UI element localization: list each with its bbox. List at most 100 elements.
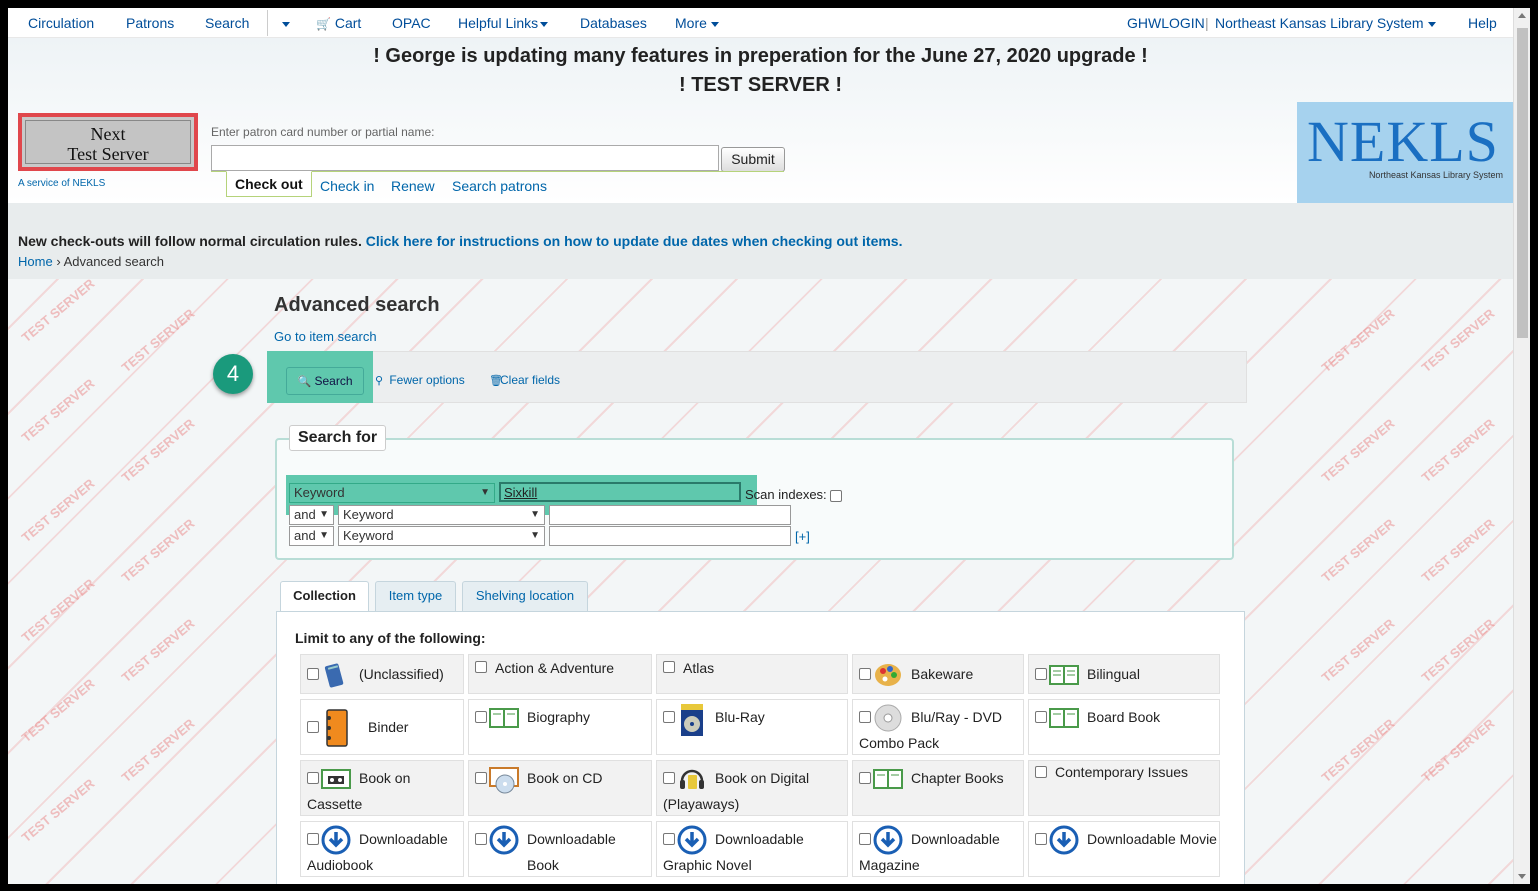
collection-label: Biography bbox=[527, 709, 591, 725]
checkbox[interactable] bbox=[859, 711, 871, 723]
tab-check-out[interactable]: Check out bbox=[226, 171, 312, 197]
checkbox[interactable] bbox=[859, 833, 871, 845]
notice-link[interactable]: Click here for instructions on how to up… bbox=[366, 233, 903, 249]
operator-select-3[interactable]: and ▼ bbox=[289, 526, 334, 546]
checkbox[interactable] bbox=[475, 711, 487, 723]
collection-item[interactable]: Downloadable Movie bbox=[1028, 821, 1220, 877]
checkbox[interactable] bbox=[663, 661, 675, 673]
checkbox[interactable] bbox=[307, 668, 319, 680]
checkbox[interactable] bbox=[1035, 711, 1047, 723]
service-link[interactable]: A service of NEKLS bbox=[18, 178, 105, 189]
tab-shelving-location[interactable]: Shelving location bbox=[462, 581, 588, 611]
add-row-link[interactable]: [+] bbox=[795, 529, 810, 544]
collection-item[interactable]: Bilingual bbox=[1028, 654, 1220, 694]
checkbox[interactable] bbox=[475, 833, 487, 845]
collection-item[interactable]: Blu/Ray - DVD Combo Pack bbox=[852, 699, 1024, 755]
collection-item[interactable]: Biography bbox=[468, 699, 652, 755]
nav-library[interactable]: Northeast Kansas Library System bbox=[1215, 15, 1436, 31]
collection-item[interactable]: Contemporary Issues bbox=[1028, 760, 1220, 816]
index-select-1[interactable]: Keyword ▼ bbox=[289, 483, 495, 503]
nav-user[interactable]: GHWLOGIN bbox=[1127, 15, 1205, 31]
notice-text: New check-outs will follow normal circul… bbox=[18, 233, 362, 249]
search-term-input-2[interactable] bbox=[549, 505, 791, 525]
checkbox[interactable] bbox=[1035, 668, 1047, 680]
patron-search-input[interactable] bbox=[211, 145, 719, 171]
nav-helpful-links-label: Helpful Links bbox=[458, 15, 539, 31]
collection-label: Downloadable bbox=[359, 831, 448, 847]
collection-item[interactable]: Book on CD bbox=[468, 760, 652, 816]
checkbox[interactable] bbox=[307, 772, 319, 784]
checkbox[interactable] bbox=[475, 661, 487, 673]
checkbox[interactable] bbox=[859, 772, 871, 784]
scroll-down-icon[interactable] bbox=[1518, 874, 1526, 879]
header: ! George is updating many features in pr… bbox=[8, 38, 1513, 219]
index-select-2[interactable]: Keyword ▼ bbox=[338, 505, 545, 525]
search-term-input-3[interactable] bbox=[549, 526, 791, 546]
clear-fields-link[interactable]: 🗑Clear fields bbox=[489, 373, 560, 387]
operator-select-2[interactable]: and ▼ bbox=[289, 505, 334, 525]
collection-label-line-2: Cassette bbox=[307, 796, 363, 812]
index-select-value: Keyword bbox=[343, 528, 394, 543]
logo[interactable]: Next Test Server bbox=[18, 113, 198, 171]
goto-item-search-link[interactable]: Go to item search bbox=[274, 329, 377, 344]
search-button[interactable]: 🔍 Search bbox=[286, 367, 364, 395]
checkbox[interactable] bbox=[307, 721, 319, 733]
collection-label: Book on bbox=[359, 770, 411, 786]
checkbox[interactable] bbox=[663, 711, 675, 723]
collection-item[interactable]: Chapter Books bbox=[852, 760, 1024, 816]
tab-renew[interactable]: Renew bbox=[391, 178, 435, 194]
breadcrumb-home[interactable]: Home bbox=[18, 254, 53, 269]
collection-item[interactable]: Atlas bbox=[656, 654, 848, 694]
nav-helpful-links[interactable]: Helpful Links bbox=[458, 15, 549, 31]
collection-item[interactable]: Action & Adventure bbox=[468, 654, 652, 694]
logo-text: Next Test Server bbox=[25, 120, 191, 164]
fewer-options-link[interactable]: ⚲ Fewer options bbox=[375, 373, 465, 387]
checkbox[interactable] bbox=[1035, 766, 1047, 778]
collection-item[interactable]: Downloadable Book bbox=[468, 821, 652, 877]
scan-indexes-checkbox[interactable] bbox=[830, 489, 843, 502]
collection-label: Blu/Ray - DVD bbox=[911, 709, 1003, 725]
checkbox[interactable] bbox=[663, 833, 675, 845]
collection-item[interactable]: Board Book bbox=[1028, 699, 1220, 755]
collection-item[interactable]: Bakeware bbox=[852, 654, 1024, 694]
checkbox[interactable] bbox=[475, 772, 487, 784]
scrollbar[interactable] bbox=[1513, 8, 1530, 884]
nav-circulation[interactable]: Circulation bbox=[28, 15, 94, 31]
tab-search-patrons[interactable]: Search patrons bbox=[452, 178, 547, 194]
tab-collection[interactable]: Collection bbox=[280, 581, 369, 612]
nav-search[interactable]: Search bbox=[205, 15, 249, 31]
nav-cart[interactable]: 🛒 Cart bbox=[316, 15, 361, 31]
index-select-3[interactable]: Keyword ▼ bbox=[338, 526, 545, 546]
scroll-thumb[interactable] bbox=[1517, 28, 1528, 338]
collection-item[interactable]: Blu-Ray bbox=[656, 699, 848, 755]
tab-check-in[interactable]: Check in bbox=[320, 178, 374, 194]
operator-value: and bbox=[294, 528, 316, 543]
watermark: TEST SERVER bbox=[118, 515, 198, 586]
download-icon bbox=[873, 825, 903, 855]
collection-item[interactable]: Book on Cassette bbox=[300, 760, 464, 816]
collection-item[interactable]: (Unclassified) bbox=[300, 654, 464, 694]
bluray-icon bbox=[681, 704, 703, 736]
nav-help[interactable]: Help bbox=[1468, 15, 1497, 31]
collection-item[interactable]: Downloadable Magazine bbox=[852, 821, 1024, 877]
nav-opac[interactable]: OPAC bbox=[392, 15, 431, 31]
collection-item[interactable]: Book on Digital (Playaways) bbox=[656, 760, 848, 816]
submit-button[interactable]: Submit bbox=[721, 147, 785, 172]
nav-search-dropdown[interactable] bbox=[278, 15, 290, 31]
nav-more[interactable]: More bbox=[675, 15, 719, 31]
top-nav: Circulation Patrons Search 🛒 Cart OPAC H… bbox=[8, 8, 1513, 38]
checkbox[interactable] bbox=[859, 668, 871, 680]
collection-item[interactable]: Binder bbox=[300, 699, 464, 755]
checkbox[interactable] bbox=[1035, 833, 1047, 845]
checkbox[interactable] bbox=[663, 772, 675, 784]
tab-item-type[interactable]: Item type bbox=[375, 581, 456, 611]
collection-item[interactable]: Downloadable Audiobook bbox=[300, 821, 464, 877]
nav-databases[interactable]: Databases bbox=[580, 15, 647, 31]
nav-patrons[interactable]: Patrons bbox=[126, 15, 174, 31]
search-term-input-1[interactable]: Sixkill bbox=[499, 482, 741, 502]
collection-item[interactable]: Downloadable Graphic Novel bbox=[656, 821, 848, 877]
checkbox[interactable] bbox=[307, 833, 319, 845]
nekls-logo[interactable]: NEKLS Northeast Kansas Library System bbox=[1297, 102, 1513, 219]
scroll-up-icon[interactable] bbox=[1518, 13, 1526, 18]
chevron-down-icon bbox=[282, 21, 290, 27]
